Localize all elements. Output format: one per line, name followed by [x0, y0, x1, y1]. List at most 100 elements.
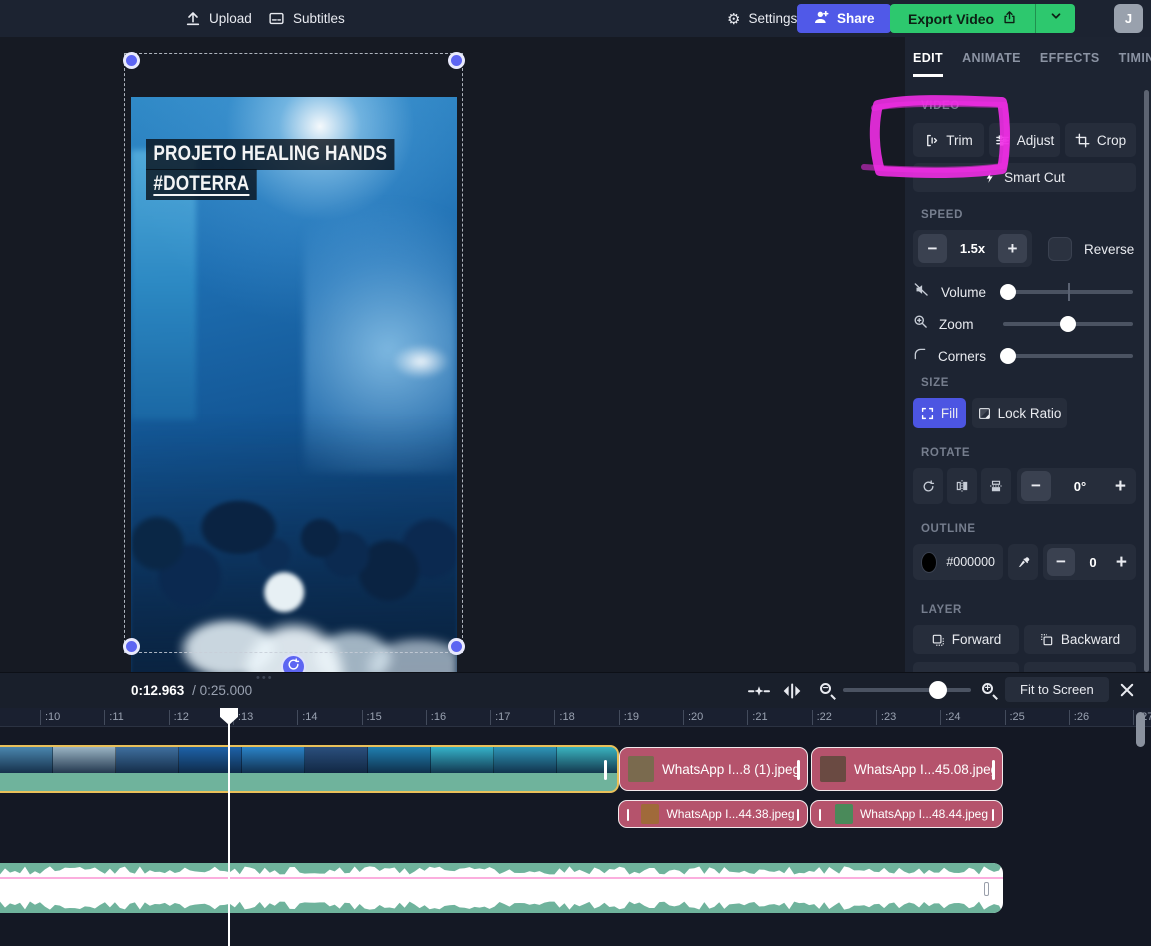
audio-clip[interactable]: [0, 863, 1003, 913]
timeline-scrollbar[interactable]: [1136, 712, 1145, 747]
fit-to-screen-button[interactable]: Fit to Screen: [1005, 677, 1109, 702]
resize-handle-bottom-left[interactable]: [123, 638, 140, 655]
clip-trim-handle-left[interactable]: [819, 809, 821, 821]
flip-vertical-button[interactable]: [981, 468, 1011, 504]
video-preview[interactable]: PROJETO HEALING HANDS #DOTERRA: [131, 97, 457, 672]
image-clip-top-1[interactable]: WhatsApp I...8 (1).jpeg: [619, 747, 808, 791]
snap-toggle-button[interactable]: [746, 679, 772, 703]
upload-label: Upload: [209, 11, 252, 26]
video-thumbnail-frame: [179, 747, 242, 773]
export-icon: [1002, 10, 1017, 28]
image-clip-name: WhatsApp I...44.38.jpeg: [666, 807, 794, 821]
snap-icon: [748, 684, 770, 698]
trim-button[interactable]: Trim: [913, 123, 984, 157]
trim-label: Trim: [946, 133, 973, 148]
fill-icon: [921, 407, 934, 420]
split-clip-button[interactable]: [779, 679, 805, 703]
resize-handle-top-right[interactable]: [448, 52, 465, 69]
zoom-slider[interactable]: [1003, 322, 1133, 326]
video-thumbnail-frame: [242, 747, 305, 773]
outline-color-button[interactable]: #000000: [913, 544, 1003, 580]
outline-color-hex: #000000: [946, 555, 995, 569]
outline-width-value: 0: [1089, 555, 1096, 570]
video-frame-white-shirts: [131, 508, 457, 672]
tab-edit[interactable]: EDIT: [913, 51, 943, 77]
outline-width-increase-button[interactable]: +: [1111, 553, 1132, 572]
timeline-zoom-knob[interactable]: [929, 681, 947, 699]
panel-resize-dots[interactable]: •••: [256, 672, 274, 684]
clip-trim-handle[interactable]: [797, 760, 800, 780]
fit-to-screen-label: Fit to Screen: [1020, 682, 1094, 697]
timeline-toolbar: 0:12.963 / 0:25.000 − +: [0, 672, 1151, 708]
playhead-line[interactable]: [228, 708, 230, 946]
corners-slider[interactable]: [1003, 354, 1133, 358]
adjust-button[interactable]: Adjust: [989, 123, 1060, 157]
image-clip-bottom-2[interactable]: WhatsApp I...48.44.jpeg: [810, 800, 1003, 828]
volume-slider[interactable]: [1003, 290, 1133, 294]
clip-trim-handle-left[interactable]: [627, 809, 629, 821]
video-clip-trim-handle[interactable]: [604, 760, 607, 780]
resize-handle-top-left[interactable]: [123, 52, 140, 69]
tab-effects[interactable]: EFFECTS: [1040, 51, 1100, 77]
user-avatar[interactable]: J: [1114, 4, 1143, 33]
caption-overlay[interactable]: PROJETO HEALING HANDS #DOTERRA: [146, 139, 449, 200]
flip-vertical-icon: [989, 479, 1003, 493]
adjust-label: Adjust: [1017, 133, 1055, 148]
clip-trim-handle-right[interactable]: [797, 809, 799, 821]
eyedropper-button[interactable]: [1008, 544, 1038, 580]
share-button[interactable]: Share: [797, 4, 891, 33]
export-options-dropdown[interactable]: [1036, 4, 1075, 33]
rotate-increase-button[interactable]: +: [1109, 477, 1132, 496]
image-clip-top-2[interactable]: WhatsApp I...45.08.jpeg: [811, 747, 1003, 791]
close-timeline-button[interactable]: [1114, 678, 1140, 702]
clip-trim-handle-right[interactable]: [992, 809, 994, 821]
layer-front-button-partial[interactable]: [913, 662, 1019, 672]
current-time: 0:12.963: [131, 683, 184, 698]
layer-back-button-partial[interactable]: [1024, 662, 1136, 672]
volume-slider-center-mark: [1068, 283, 1070, 301]
rotate-decrease-button[interactable]: −: [1021, 471, 1051, 501]
subtitles-button[interactable]: Subtitles: [268, 0, 345, 37]
lock-ratio-button[interactable]: Lock Ratio: [972, 398, 1067, 428]
clip-trim-handle[interactable]: [992, 760, 995, 780]
timeline-zoom-out-button[interactable]: −: [815, 679, 841, 703]
resize-handle-bottom-right[interactable]: [448, 638, 465, 655]
image-clip-bottom-1[interactable]: WhatsApp I...44.38.jpeg: [618, 800, 808, 828]
rotate-90-button[interactable]: [913, 468, 943, 504]
corners-row: Corners: [913, 346, 1143, 366]
layer-forward-button[interactable]: Forward: [913, 625, 1019, 654]
tab-animate[interactable]: ANIMATE: [962, 51, 1021, 77]
speed-increase-button[interactable]: +: [998, 234, 1027, 263]
volume-slider-knob[interactable]: [1000, 284, 1016, 300]
export-video-button[interactable]: Export Video: [890, 4, 1036, 33]
corners-slider-knob[interactable]: [1000, 348, 1016, 364]
video-clip-selected[interactable]: [0, 745, 619, 793]
zoom-row: Zoom: [913, 314, 1143, 334]
settings-button[interactable]: ⚙ Settings: [727, 0, 797, 37]
audio-trim-handle[interactable]: [984, 882, 989, 896]
timeline-zoom-in-button[interactable]: +: [977, 679, 1003, 703]
upload-button[interactable]: Upload: [185, 0, 252, 37]
total-time: / 0:25.000: [192, 683, 252, 698]
speed-decrease-button[interactable]: −: [918, 234, 947, 263]
crop-label: Crop: [1097, 133, 1126, 148]
crop-button[interactable]: Crop: [1065, 123, 1136, 157]
timeline-zoom-slider[interactable]: [843, 688, 971, 692]
layer-backward-button[interactable]: Backward: [1024, 625, 1136, 654]
smart-cut-button[interactable]: Smart Cut: [913, 163, 1136, 192]
outline-width-decrease-button[interactable]: −: [1047, 548, 1075, 576]
fill-button[interactable]: Fill: [913, 398, 966, 428]
flip-horizontal-button[interactable]: [947, 468, 977, 504]
magnifier-minus-icon: −: [819, 682, 837, 700]
subtitles-label: Subtitles: [293, 11, 345, 26]
trim-icon: [924, 133, 939, 148]
video-thumbnail-frame: [0, 747, 53, 773]
timeline-ruler[interactable]: :10:11:12:13:14:15:16:17:18:19:20:21:22:…: [0, 708, 1151, 727]
rotate-angle-stepper: − 0° +: [1017, 468, 1136, 504]
zoom-slider-knob[interactable]: [1060, 316, 1076, 332]
tab-timing[interactable]: TIMING: [1119, 51, 1151, 77]
reverse-checkbox[interactable]: [1048, 237, 1072, 261]
smart-cut-label: Smart Cut: [1004, 170, 1065, 185]
person-plus-icon: [813, 10, 829, 27]
panel-scrollbar[interactable]: [1144, 90, 1149, 672]
